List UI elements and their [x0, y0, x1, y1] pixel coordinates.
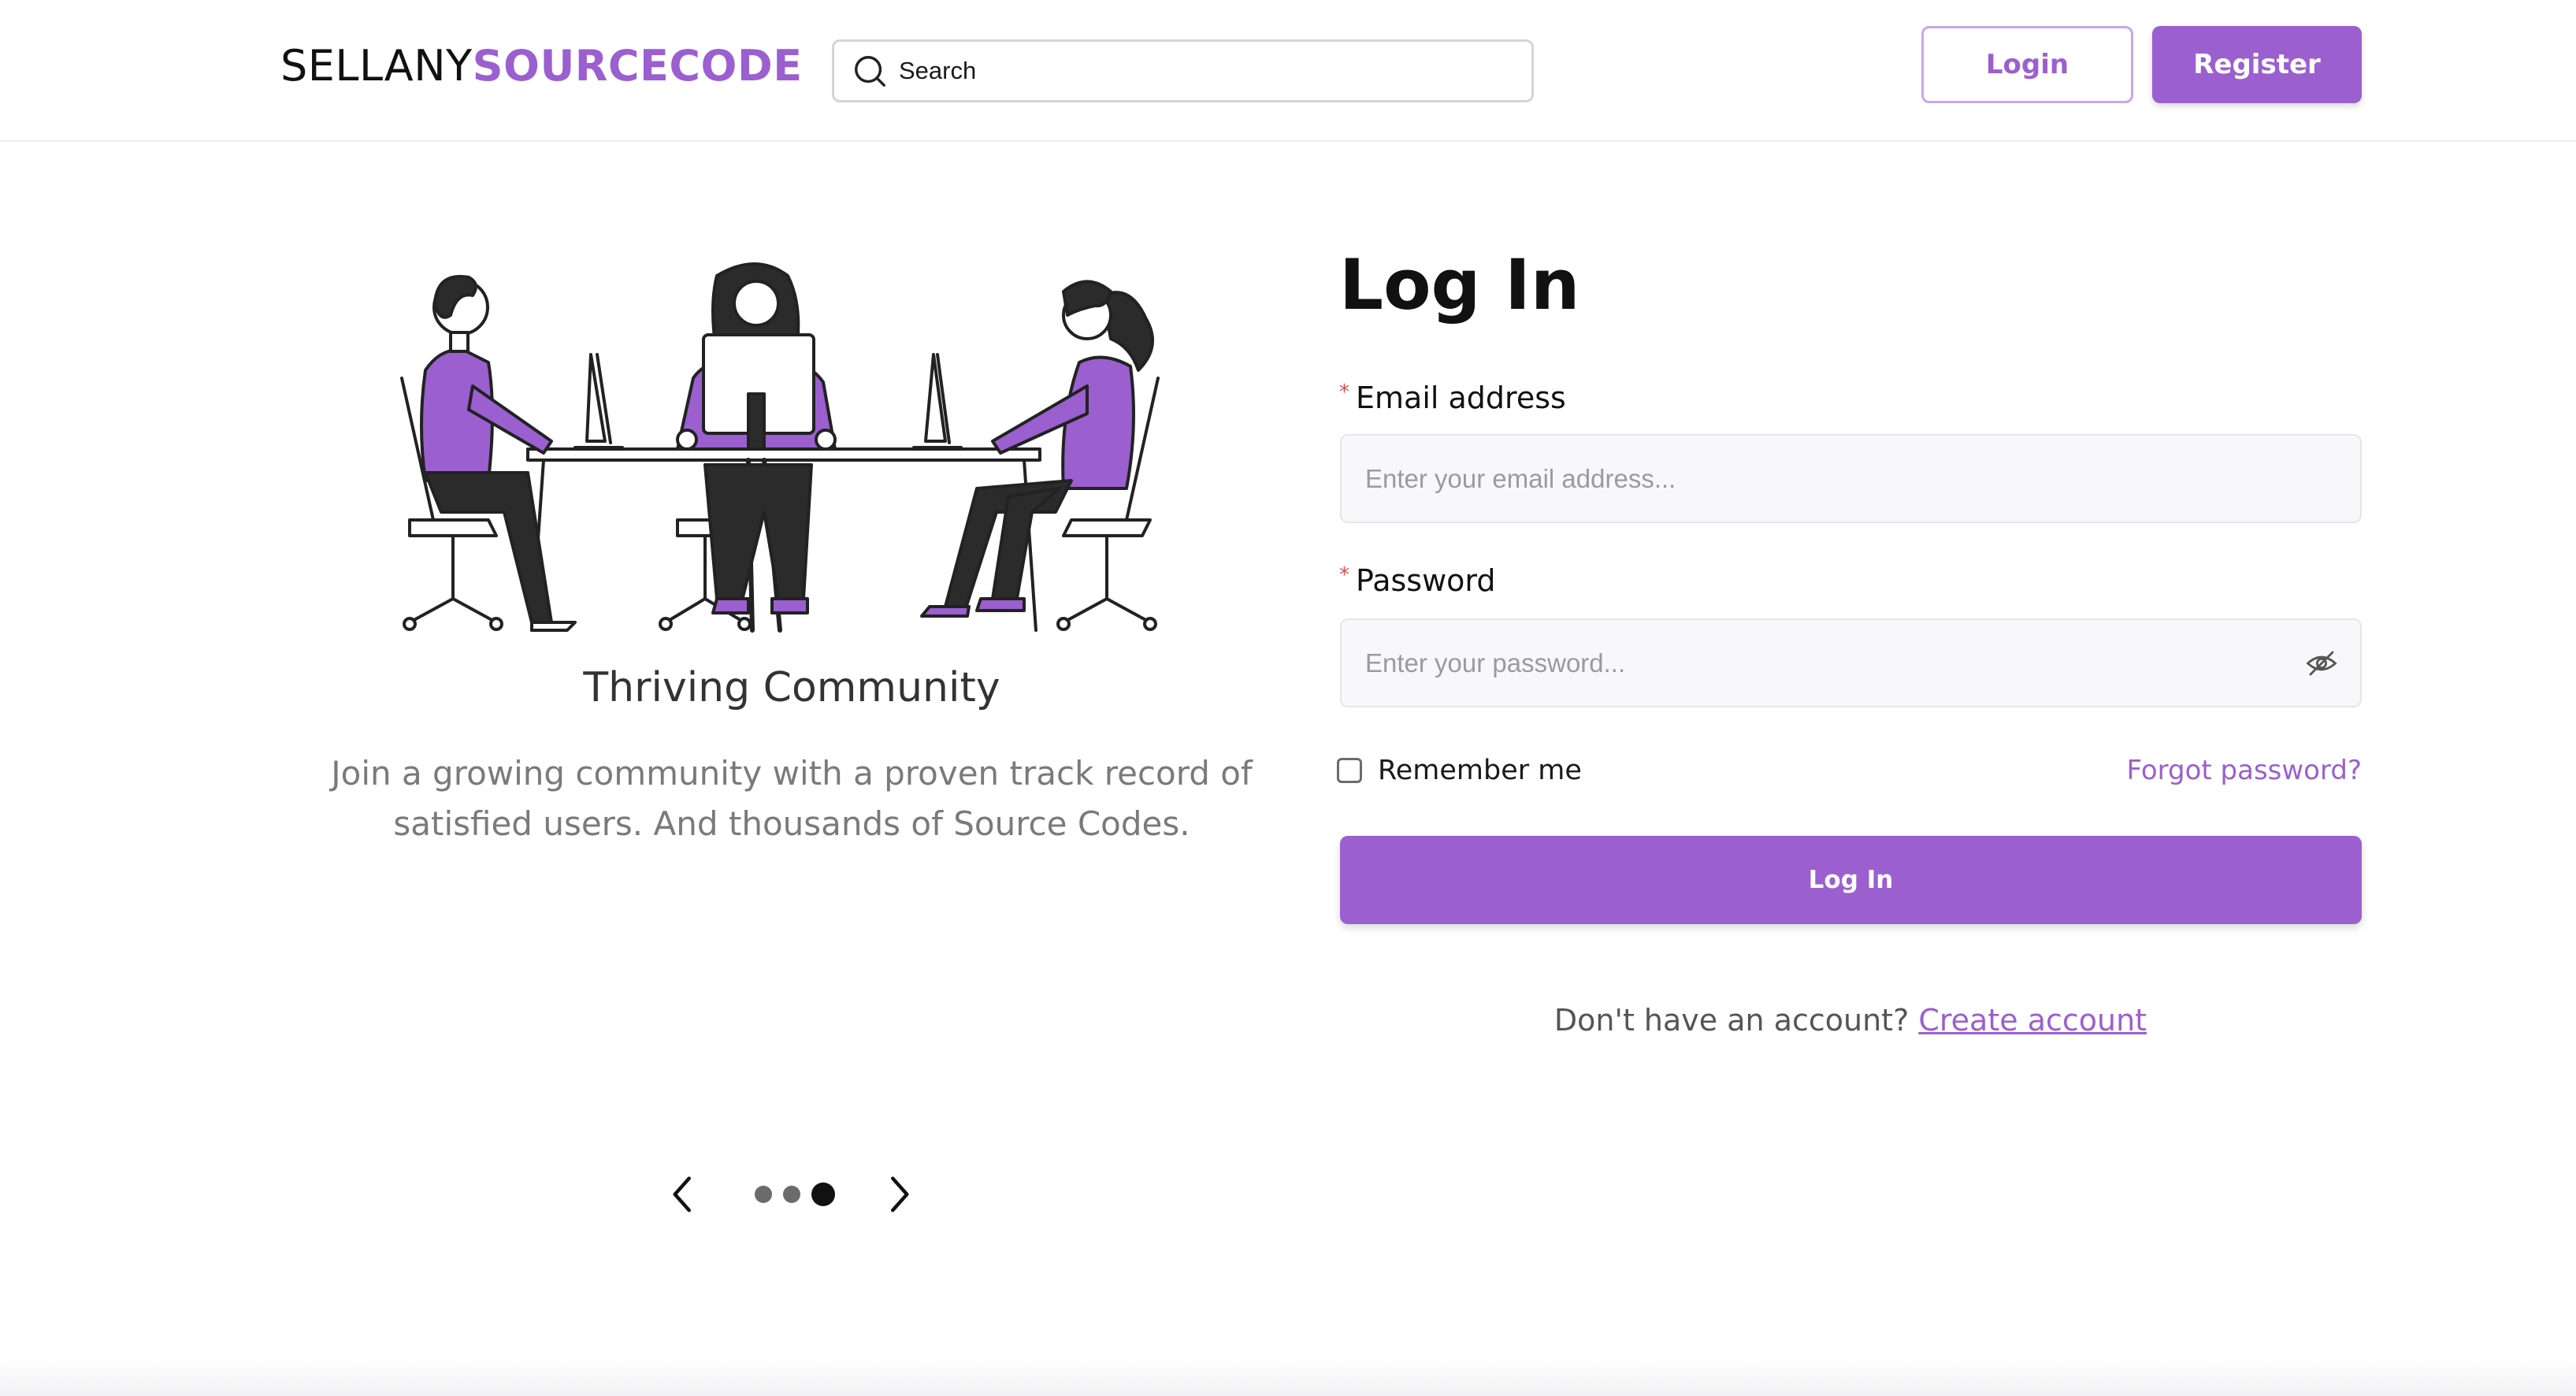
carousel-dot-2[interactable]: [783, 1186, 800, 1203]
header-register-button[interactable]: Register: [2152, 26, 2362, 103]
chevron-right-icon[interactable]: [877, 1171, 919, 1217]
slide-description: Join a growing community with a proven t…: [331, 754, 1253, 843]
signup-prompt-text: Don't have an account?: [1553, 1003, 1910, 1038]
search-bar[interactable]: [832, 39, 1534, 102]
eye-off-icon[interactable]: [2305, 647, 2338, 680]
top-header: SELLANYSOURCECODE Login Register: [0, 0, 2576, 142]
email-input[interactable]: [1365, 463, 2295, 494]
site-logo[interactable]: SELLANYSOURCECODE: [280, 41, 803, 91]
carousel-dot-3[interactable]: [811, 1183, 835, 1206]
search-icon: [855, 56, 885, 87]
create-account-link[interactable]: Create account: [1918, 1003, 2147, 1038]
required-marker: *: [1339, 563, 1349, 587]
remember-me[interactable]: Remember me: [1337, 755, 1582, 786]
community-illustration: [400, 262, 1160, 633]
password-input[interactable]: [1365, 648, 2295, 678]
signup-prompt: Don't have an account? Create account: [1339, 1003, 2362, 1038]
password-label: * Password: [1339, 563, 1496, 598]
carousel-dot-1[interactable]: [755, 1186, 772, 1203]
forgot-password-link[interactable]: Forgot password?: [2126, 755, 2362, 786]
carousel-dots: [755, 1179, 835, 1210]
login-submit-button[interactable]: Log In: [1340, 836, 2362, 924]
password-label-text: Password: [1356, 563, 1496, 598]
logo-text-primary: SELLANY: [280, 41, 473, 91]
remember-checkbox[interactable]: [1337, 758, 1362, 783]
remember-label: Remember me: [1378, 755, 1582, 786]
required-marker: *: [1339, 381, 1349, 404]
page-bottom-fade: [0, 1357, 2576, 1396]
header-login-button[interactable]: Login: [1921, 26, 2133, 103]
form-title: Log In: [1339, 244, 1580, 325]
password-field[interactable]: [1340, 618, 2362, 707]
logo-text-accent: SOURCECODE: [472, 41, 803, 91]
search-input[interactable]: [899, 57, 1498, 85]
slide-title: Thriving Community: [583, 664, 1000, 711]
email-label-text: Email address: [1356, 381, 1566, 415]
chevron-left-icon[interactable]: [663, 1171, 705, 1217]
email-field[interactable]: [1340, 434, 2362, 523]
email-label: * Email address: [1339, 381, 1566, 415]
